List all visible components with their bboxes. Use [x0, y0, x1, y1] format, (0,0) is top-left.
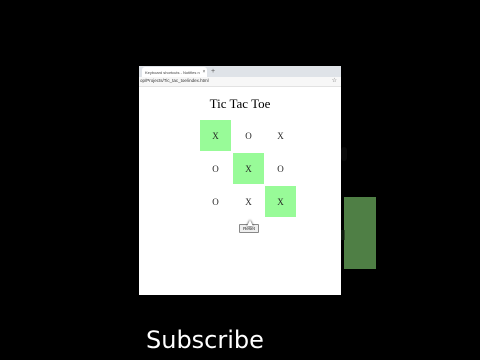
star-icon[interactable]: ☆	[332, 77, 337, 84]
page-title: Tic Tac Toe	[209, 96, 271, 111]
board-cell-0-0[interactable]: X	[200, 120, 231, 151]
board-cell-1-0[interactable]: O	[200, 153, 231, 184]
close-icon[interactable]: ×	[201, 69, 207, 75]
tab-bar: Keyboard shortcuts - Notifies n × +	[139, 66, 341, 77]
board-cell-1-2[interactable]: O	[265, 153, 296, 184]
board-cell-0-1[interactable]: O	[233, 120, 264, 151]
board-cell-2-2[interactable]: X	[265, 186, 296, 217]
subscribe-caption: Subscribe	[146, 326, 264, 354]
browser-window: Keyboard shortcuts - Notifies n × + op/P…	[139, 66, 341, 295]
background-green-panel	[344, 197, 376, 269]
board-cell-2-0[interactable]: O	[200, 186, 231, 217]
address-bar[interactable]: op/Projects/Tic_tac_toe/index.html ☆	[139, 77, 341, 87]
tab-title: Keyboard shortcuts - Notifies n	[145, 69, 200, 75]
mouse-cursor-icon	[247, 220, 253, 226]
background-mark	[341, 230, 345, 240]
url-text[interactable]: op/Projects/Tic_tac_toe/index.html	[140, 78, 209, 83]
background-mark	[341, 147, 347, 161]
board-cell-2-1[interactable]: X	[233, 186, 264, 217]
top-black-bar	[139, 0, 341, 66]
right-black-bar	[341, 0, 480, 360]
board-cell-0-2[interactable]: X	[265, 120, 296, 151]
browser-tab[interactable]: Keyboard shortcuts - Notifies n ×	[142, 67, 207, 77]
board-cell-1-1[interactable]: X	[233, 153, 264, 184]
new-tab-icon[interactable]: +	[211, 67, 215, 76]
left-black-bar	[0, 0, 139, 360]
